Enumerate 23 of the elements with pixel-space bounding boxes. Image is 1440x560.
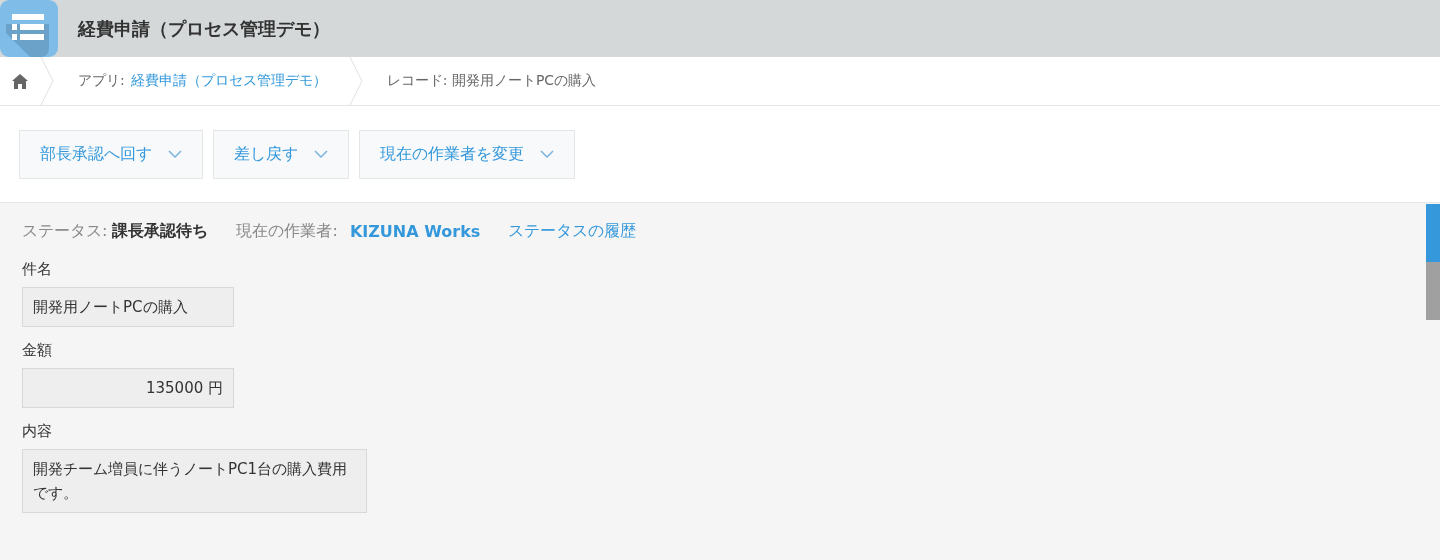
home-icon [12, 73, 28, 89]
chevron-down-icon [314, 150, 328, 158]
field-label: 金額 [22, 341, 53, 360]
breadcrumb-current: レコード: 開発用ノートPCの購入 [386, 72, 597, 90]
chevron-down-icon [168, 150, 182, 158]
side-panel-tab[interactable] [1426, 204, 1440, 262]
side-panel-tab[interactable] [1426, 262, 1440, 320]
action-dropdown[interactable]: 差し戻す [213, 129, 349, 179]
status-text: ステータス: 課長承認待ち [22, 221, 209, 242]
assignee-label: 現在の作業者: [236, 221, 338, 242]
field-value: 開発チーム増員に伴うノートPC1台の購入費用です。 [22, 449, 367, 513]
breadcrumb-label: アプリ: [78, 72, 125, 90]
app-title: 経費申請（プロセス管理デモ） [78, 16, 330, 41]
field-value: 135000 円 [22, 368, 234, 408]
field-value: 開発用ノートPCの購入 [22, 287, 234, 327]
app-link[interactable]: 経費申請（プロセス管理デモ） [130, 72, 327, 90]
action-dropdown[interactable]: 部長承認へ回す [19, 129, 203, 179]
status-history-link[interactable]: ステータスの履歴 [508, 221, 637, 242]
chevron-down-icon [540, 150, 554, 158]
action-dropdown[interactable]: 現在の作業者を変更 [359, 129, 575, 179]
field-label: 件名 [22, 260, 53, 279]
field-label: 内容 [22, 422, 53, 441]
assignee-link[interactable]: KIZUNA Works [349, 222, 481, 241]
